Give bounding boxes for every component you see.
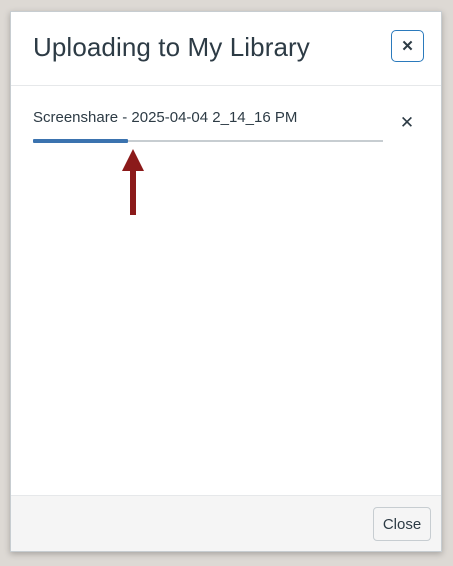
upload-item: Screenshare - 2025-04-04 2_14_16 PM: [33, 108, 383, 143]
close-button[interactable]: Close: [373, 507, 431, 541]
file-name: Screenshare - 2025-04-04 2_14_16 PM: [33, 109, 298, 126]
modal-title: Uploading to My Library: [33, 32, 310, 62]
modal-header: Uploading to My Library ✕: [11, 12, 441, 86]
upload-progress-track: [33, 139, 383, 143]
close-icon: ✕: [399, 113, 415, 132]
modal-close-button[interactable]: ✕: [391, 30, 424, 62]
remove-upload-button[interactable]: ✕: [398, 113, 416, 132]
modal-footer: Close: [11, 495, 441, 551]
upload-progress-fill: [33, 139, 128, 143]
annotation-arrow-icon: [122, 149, 144, 215]
upload-modal: Uploading to My Library ✕ Screenshare - …: [10, 11, 442, 552]
close-icon: ✕: [401, 38, 414, 55]
